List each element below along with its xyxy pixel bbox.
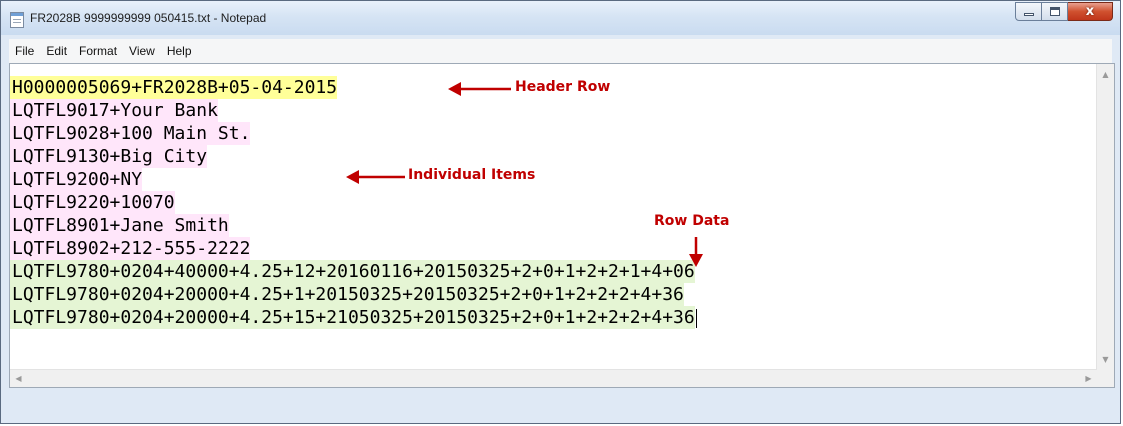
annotation-row-data: Row Data: [654, 213, 730, 229]
annotation-individual-items: Individual Items: [408, 167, 536, 183]
individual-items-arrow: [346, 170, 405, 184]
annotation-header-row: Header Row: [515, 79, 611, 95]
notepad-window: FR2028B 9999999999 050415.txt - Notepad …: [0, 0, 1121, 424]
annotation-arrows: [346, 82, 703, 267]
header-row-arrow: [448, 82, 511, 96]
row-data-arrow: [689, 237, 703, 267]
